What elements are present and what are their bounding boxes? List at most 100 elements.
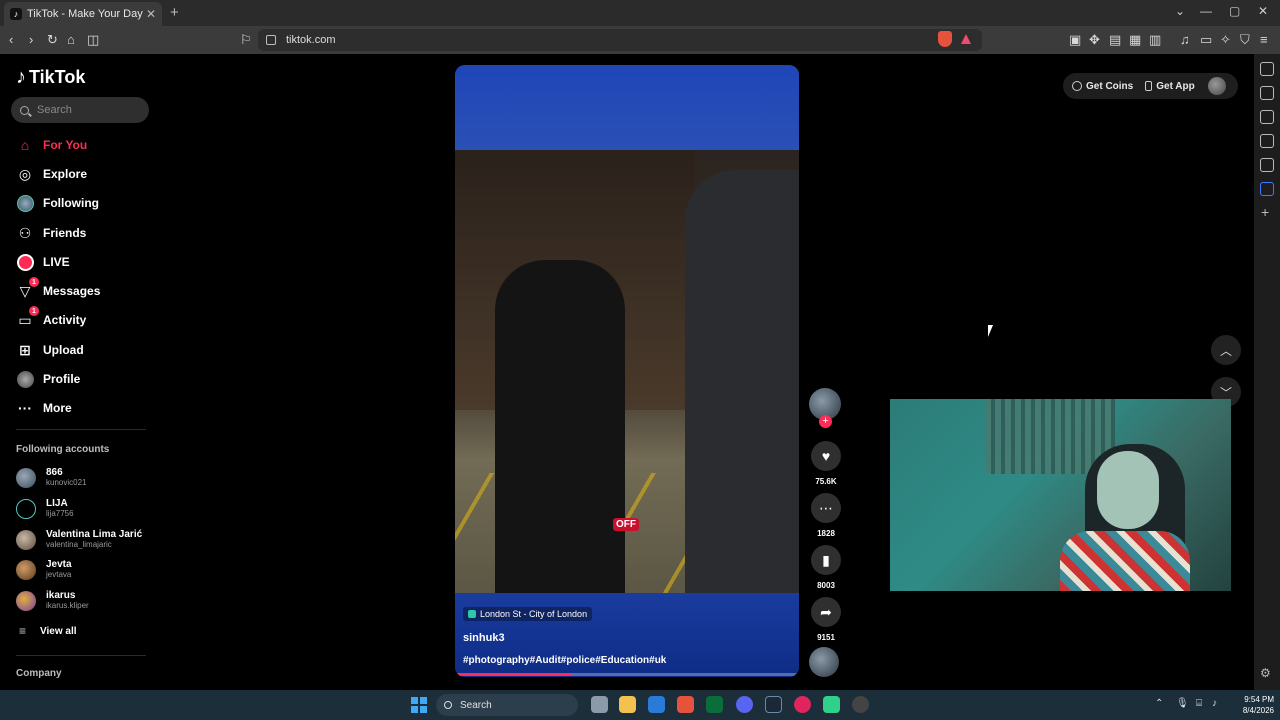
back-icon[interactable]: ‹: [9, 32, 13, 48]
site-info-icon[interactable]: [266, 35, 276, 45]
mail-app-icon[interactable]: [648, 696, 665, 713]
view-all-link[interactable]: ≡ View all: [16, 624, 77, 638]
messages-icon: ▽ 1: [16, 277, 39, 300]
company-link[interactable]: Company: [16, 668, 62, 679]
nav-friends[interactable]: ⚇ Friends: [16, 221, 87, 245]
panel-video-icon[interactable]: [1260, 86, 1274, 100]
nav-activity[interactable]: ▭ 1 Activity: [16, 306, 87, 332]
reader-icon[interactable]: ▦: [1129, 32, 1141, 48]
menu-icon[interactable]: ≡: [1260, 32, 1268, 48]
obs-icon[interactable]: [852, 696, 869, 713]
panel-wallet-icon[interactable]: [1260, 110, 1274, 124]
nav-label: Friends: [43, 226, 87, 240]
nav-for-you[interactable]: ⌂ For You: [16, 133, 87, 157]
tiktok-note-icon: ♪: [16, 66, 26, 88]
task-view-icon[interactable]: [591, 696, 608, 713]
bookmark-icon[interactable]: ⚐: [240, 32, 252, 48]
panel-pin-icon[interactable]: [1260, 62, 1274, 76]
account-item[interactable]: 866 kunovic021: [16, 467, 86, 488]
close-window-icon[interactable]: ✕: [1258, 4, 1268, 18]
close-tab-icon[interactable]: ✕: [146, 7, 156, 21]
search-input[interactable]: Search: [11, 97, 149, 123]
browser-tab-bar: ♪ TikTok - Make Your Day ✕ + ⌄ — ▢ ✕: [0, 0, 1280, 26]
tab-list-chevron-icon[interactable]: ⌄: [1175, 4, 1185, 18]
panel-paypal-icon[interactable]: [1260, 182, 1274, 196]
like-heart-icon[interactable]: ♥: [811, 441, 841, 471]
nav-upload[interactable]: ⊞ Upload: [16, 338, 84, 362]
get-app-button[interactable]: Get App: [1145, 81, 1195, 92]
windows-start-icon[interactable]: [411, 697, 427, 713]
browser-tab[interactable]: ♪ TikTok - Make Your Day ✕: [4, 2, 162, 26]
tiktok-favicon-icon: ♪: [10, 8, 22, 20]
video-progress-bar[interactable]: [455, 673, 799, 676]
microphone-icon[interactable]: 🎙: [1176, 698, 1189, 709]
brave-rewards-icon[interactable]: [961, 34, 971, 44]
get-coins-button[interactable]: Get Coins: [1072, 81, 1133, 92]
save-count: 8003: [817, 581, 835, 590]
account-handle: valentina_limajaric: [46, 540, 112, 549]
forward-icon[interactable]: ›: [29, 32, 33, 48]
account-item[interactable]: Valentina Lima Jarić valentina_limajaric: [16, 529, 142, 550]
chat-app-icon[interactable]: [823, 696, 840, 713]
account-item[interactable]: LIJA lija7756: [16, 498, 74, 519]
volume-icon[interactable]: ♪: [1212, 698, 1217, 709]
taskbar-clock[interactable]: 9:54 PM 8/4/2026: [1226, 694, 1274, 716]
maximize-icon[interactable]: ▢: [1229, 4, 1240, 18]
divider: [16, 655, 146, 656]
tabs-icon[interactable]: ▥: [1149, 32, 1161, 48]
nav-label: Activity: [43, 313, 87, 327]
location-tag[interactable]: London St - City of London: [463, 607, 593, 621]
account-item[interactable]: ikarus ikarus.kliper: [16, 590, 89, 611]
minimize-icon[interactable]: —: [1200, 4, 1212, 18]
music-icon[interactable]: ♫: [1180, 32, 1190, 48]
extension-icon[interactable]: ▣: [1069, 32, 1081, 48]
steam-icon[interactable]: [765, 696, 782, 713]
video-frame: OFF: [455, 150, 799, 593]
nav-profile[interactable]: Profile: [16, 367, 80, 391]
network-icon[interactable]: ⌸: [1196, 698, 1202, 709]
follow-plus-icon[interactable]: +: [819, 415, 832, 428]
video-hashtags[interactable]: #photography#Audit#police#Education#uk: [463, 655, 666, 666]
panel-settings-icon[interactable]: ⚙: [1260, 666, 1271, 680]
leo-icon[interactable]: ✧: [1220, 32, 1231, 48]
brave-shield-icon[interactable]: [938, 31, 952, 47]
taskbar-search[interactable]: Search: [436, 694, 578, 716]
wallet-icon[interactable]: ▭: [1200, 32, 1212, 48]
webcam-person-head: [1097, 451, 1159, 529]
nav-messages[interactable]: ▽ 1 Messages: [16, 277, 100, 303]
video-player[interactable]: OFF London St - City of London sinhuk3 #…: [455, 65, 799, 677]
new-tab-icon[interactable]: +: [170, 4, 179, 21]
puzzle-icon[interactable]: ✥: [1089, 32, 1100, 48]
save-icon[interactable]: ▤: [1109, 32, 1121, 48]
reload-icon[interactable]: ↻: [47, 32, 58, 48]
nav-live[interactable]: LIVE: [16, 250, 70, 274]
bookmark-save-icon[interactable]: ▮: [811, 545, 841, 575]
previous-video-chevron-up-icon[interactable]: ︿: [1211, 335, 1241, 365]
list-icon: ≡: [19, 624, 27, 638]
account-name: LIJA: [46, 498, 68, 509]
nav-following[interactable]: Following: [16, 191, 99, 215]
account-item[interactable]: Jevta jevtava: [16, 559, 72, 580]
file-explorer-icon[interactable]: [619, 696, 636, 713]
nav-explore[interactable]: ◎ Explore: [16, 162, 87, 186]
vpn-icon[interactable]: ⛉: [1240, 32, 1250, 48]
media-player-icon[interactable]: [794, 696, 811, 713]
home-browser-icon[interactable]: ⌂: [67, 32, 75, 48]
nav-more[interactable]: ··· More: [16, 396, 72, 420]
comment-icon[interactable]: ⋯: [811, 493, 841, 523]
share-arrow-icon[interactable]: ➦: [811, 597, 841, 627]
address-bar[interactable]: tiktok.com: [258, 29, 982, 51]
discord-icon[interactable]: [736, 696, 753, 713]
tray-chevron-up-icon[interactable]: ⌃: [1155, 698, 1163, 709]
terminal-app-icon[interactable]: [706, 696, 723, 713]
video-author[interactable]: sinhuk3: [463, 632, 505, 644]
panel-bookmarks-icon[interactable]: [1260, 134, 1274, 148]
music-disc-avatar[interactable]: [809, 647, 839, 677]
user-avatar[interactable]: [1208, 77, 1226, 95]
nav-label: LIVE: [43, 255, 70, 269]
brave-browser-icon[interactable]: [677, 696, 694, 713]
sidebar-toggle-icon[interactable]: ◫: [87, 32, 99, 48]
panel-reading-list-icon[interactable]: [1260, 158, 1274, 172]
panel-add-icon[interactable]: +: [1261, 204, 1269, 220]
tiktok-logo[interactable]: ♪ TikTok: [16, 66, 85, 89]
